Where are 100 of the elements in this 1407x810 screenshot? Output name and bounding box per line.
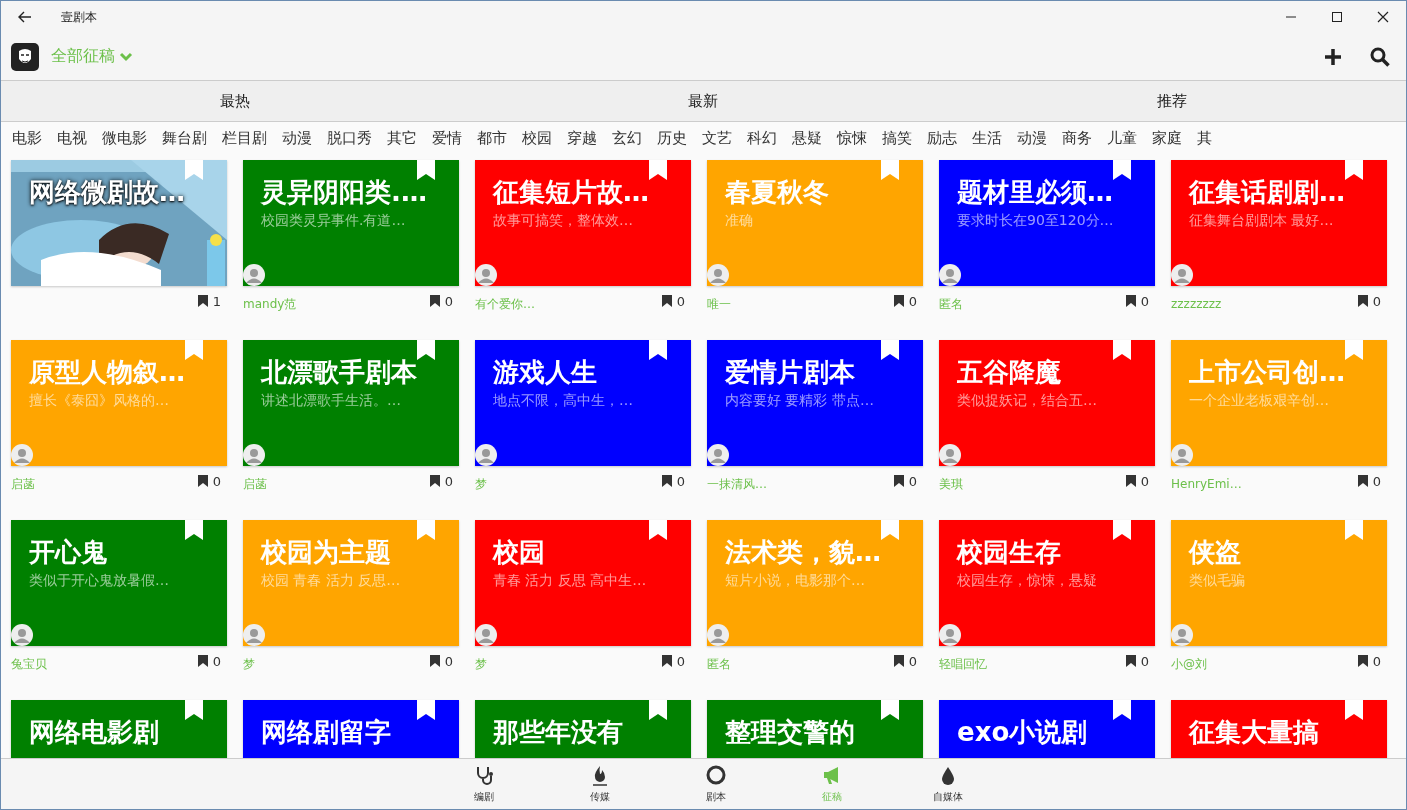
category-tab[interactable]: 都市	[477, 128, 507, 148]
script-card[interactable]: 灵异阴阳类.… 校园类灵异事件.有道…	[243, 160, 459, 286]
script-card[interactable]: 网络电影剧	[11, 700, 227, 758]
category-tab[interactable]: 儿童	[1107, 128, 1137, 148]
bookmark-ribbon-icon	[417, 700, 435, 720]
author-name: 一抹清风…	[707, 475, 767, 493]
script-card[interactable]: 游戏人生 地点不限，高中生，…	[475, 340, 691, 466]
category-tab[interactable]: 惊悚	[837, 128, 867, 148]
category-tab[interactable]: 栏目剧	[222, 128, 267, 148]
category-tab[interactable]: 玄幻	[612, 128, 642, 148]
category-tab[interactable]: 其	[1197, 128, 1212, 148]
script-card[interactable]: 征集大量搞	[1171, 700, 1387, 758]
tab[interactable]: 最新	[469, 81, 938, 121]
bookmark-ribbon-icon	[185, 520, 203, 540]
author-name: 匿名	[939, 295, 963, 313]
nav-tab[interactable]: 剧本	[658, 759, 774, 809]
card-title: 征集短片故…	[493, 176, 650, 208]
script-card[interactable]: 整理交警的	[707, 700, 923, 758]
card-title: 网络剧留字	[261, 716, 392, 748]
category-tab[interactable]: 电影	[12, 128, 42, 148]
script-card[interactable]: 校园生存 校园生存，惊悚，悬疑	[939, 520, 1155, 646]
card-title: 那些年没有	[493, 716, 624, 748]
category-tab[interactable]: 搞笑	[882, 128, 912, 148]
category-tab[interactable]: 爱情	[432, 128, 462, 148]
mask-logo-icon	[11, 42, 39, 71]
script-card[interactable]: 征集话剧剧… 征集舞台剧剧本 最好…	[1171, 160, 1387, 286]
bookmark-icon	[660, 294, 673, 308]
category-tab[interactable]: 穿越	[567, 128, 597, 148]
card-title: 校园生存	[957, 536, 1062, 568]
tab[interactable]: 最热	[1, 81, 470, 121]
bookmark-count: 0	[444, 653, 453, 669]
category-tab[interactable]: 科幻	[747, 128, 777, 148]
bookmark-count: 0	[212, 653, 221, 669]
card-title: 侠盗	[1189, 536, 1242, 568]
card-subtitle: 校园类灵异事件.有道…	[261, 212, 407, 230]
close-icon[interactable]	[1377, 11, 1389, 23]
category-tab[interactable]: 其它	[387, 128, 417, 148]
avatar-icon	[475, 264, 497, 286]
bookmark-ribbon-icon	[1345, 520, 1363, 540]
script-card[interactable]: 开心鬼 类似于开心鬼放暑假…	[11, 520, 227, 646]
bookmark-icon	[892, 474, 905, 488]
script-card[interactable]: 网络剧留字	[243, 700, 459, 758]
nav-tab[interactable]: 传媒	[542, 759, 658, 809]
category-tab[interactable]: 舞台剧	[162, 128, 207, 148]
card-subtitle: 校园生存，惊悚，悬疑	[957, 572, 1098, 590]
category-tab[interactable]: 商务	[1062, 128, 1092, 148]
nav-tab[interactable]: 自媒体	[890, 759, 1006, 809]
category-tab[interactable]: 微电影	[102, 128, 147, 148]
card-subtitle: 类似于开心鬼放暑假…	[29, 572, 170, 590]
avatar-icon	[939, 624, 961, 646]
bookmark-count: 0	[444, 473, 453, 489]
category-tab[interactable]: 脱口秀	[327, 128, 372, 148]
script-card[interactable]: 北漂歌手剧本 讲述北漂歌手生活。…	[243, 340, 459, 466]
script-card[interactable]: 题材里必须… 要求时长在90至120分…	[939, 160, 1155, 286]
category-tab[interactable]: 历史	[657, 128, 687, 148]
back-icon[interactable]	[18, 11, 32, 23]
author-name: 轻唱回忆	[939, 655, 987, 673]
bookmark-icon	[196, 294, 209, 308]
card-subtitle: 青春 活力 反思 高中生…	[493, 572, 648, 590]
bookmark-icon	[1356, 474, 1369, 488]
bookmark-icon	[660, 474, 673, 488]
flame-icon	[590, 764, 610, 786]
search-icon[interactable]	[1370, 46, 1390, 67]
circle-icon	[706, 764, 726, 786]
card-title: 征集大量搞	[1189, 716, 1320, 748]
script-card[interactable]: 爱情片剧本 内容要好 要精彩 带点…	[707, 340, 923, 466]
avatar-icon	[243, 624, 265, 646]
category-tab[interactable]: 动漫	[282, 128, 312, 148]
bookmark-count: 0	[908, 653, 917, 669]
script-card[interactable]: exo小说剧	[939, 700, 1155, 758]
author-name: 有个爱你…	[475, 295, 535, 313]
category-tab[interactable]: 电视	[57, 128, 87, 148]
bookmark-ribbon-icon	[185, 700, 203, 720]
script-card[interactable]: 校园 青春 活力 反思 高中生…	[475, 520, 691, 646]
card-subtitle: 内容要好 要精彩 带点…	[725, 392, 875, 410]
avatar-icon	[707, 264, 729, 286]
script-card[interactable]: 五谷降魔 类似捉妖记，结合五…	[939, 340, 1155, 466]
maximize-icon[interactable]	[1331, 11, 1343, 23]
tab[interactable]: 推荐	[937, 81, 1406, 121]
card-subtitle: 讲述北漂歌手生活。…	[261, 392, 402, 410]
nav-tab[interactable]: 编剧	[426, 759, 542, 809]
category-tab[interactable]: 生活	[972, 128, 1002, 148]
bookmark-ribbon-icon	[417, 520, 435, 540]
card-title: 题材里必须…	[957, 176, 1114, 208]
avatar-icon	[243, 444, 265, 466]
category-tab[interactable]: 校园	[522, 128, 552, 148]
bookmark-ribbon-icon	[417, 340, 435, 360]
category-tab[interactable]: 悬疑	[792, 128, 822, 148]
plus-icon[interactable]	[1324, 47, 1342, 66]
author-name: 启菡	[243, 475, 267, 493]
avatar-icon	[243, 264, 265, 286]
script-card[interactable]: 那些年没有	[475, 700, 691, 758]
card-subtitle: 要求时长在90至120分…	[957, 212, 1115, 230]
bookmark-ribbon-icon	[649, 520, 667, 540]
category-tab[interactable]: 励志	[927, 128, 957, 148]
script-card[interactable]: 征集短片故… 故事可搞笑，整体效…	[475, 160, 691, 286]
category-tab[interactable]: 文艺	[702, 128, 732, 148]
card-title: 五谷降魔	[957, 356, 1062, 388]
category-tab[interactable]: 家庭	[1152, 128, 1182, 148]
category-tab[interactable]: 动漫	[1017, 128, 1047, 148]
